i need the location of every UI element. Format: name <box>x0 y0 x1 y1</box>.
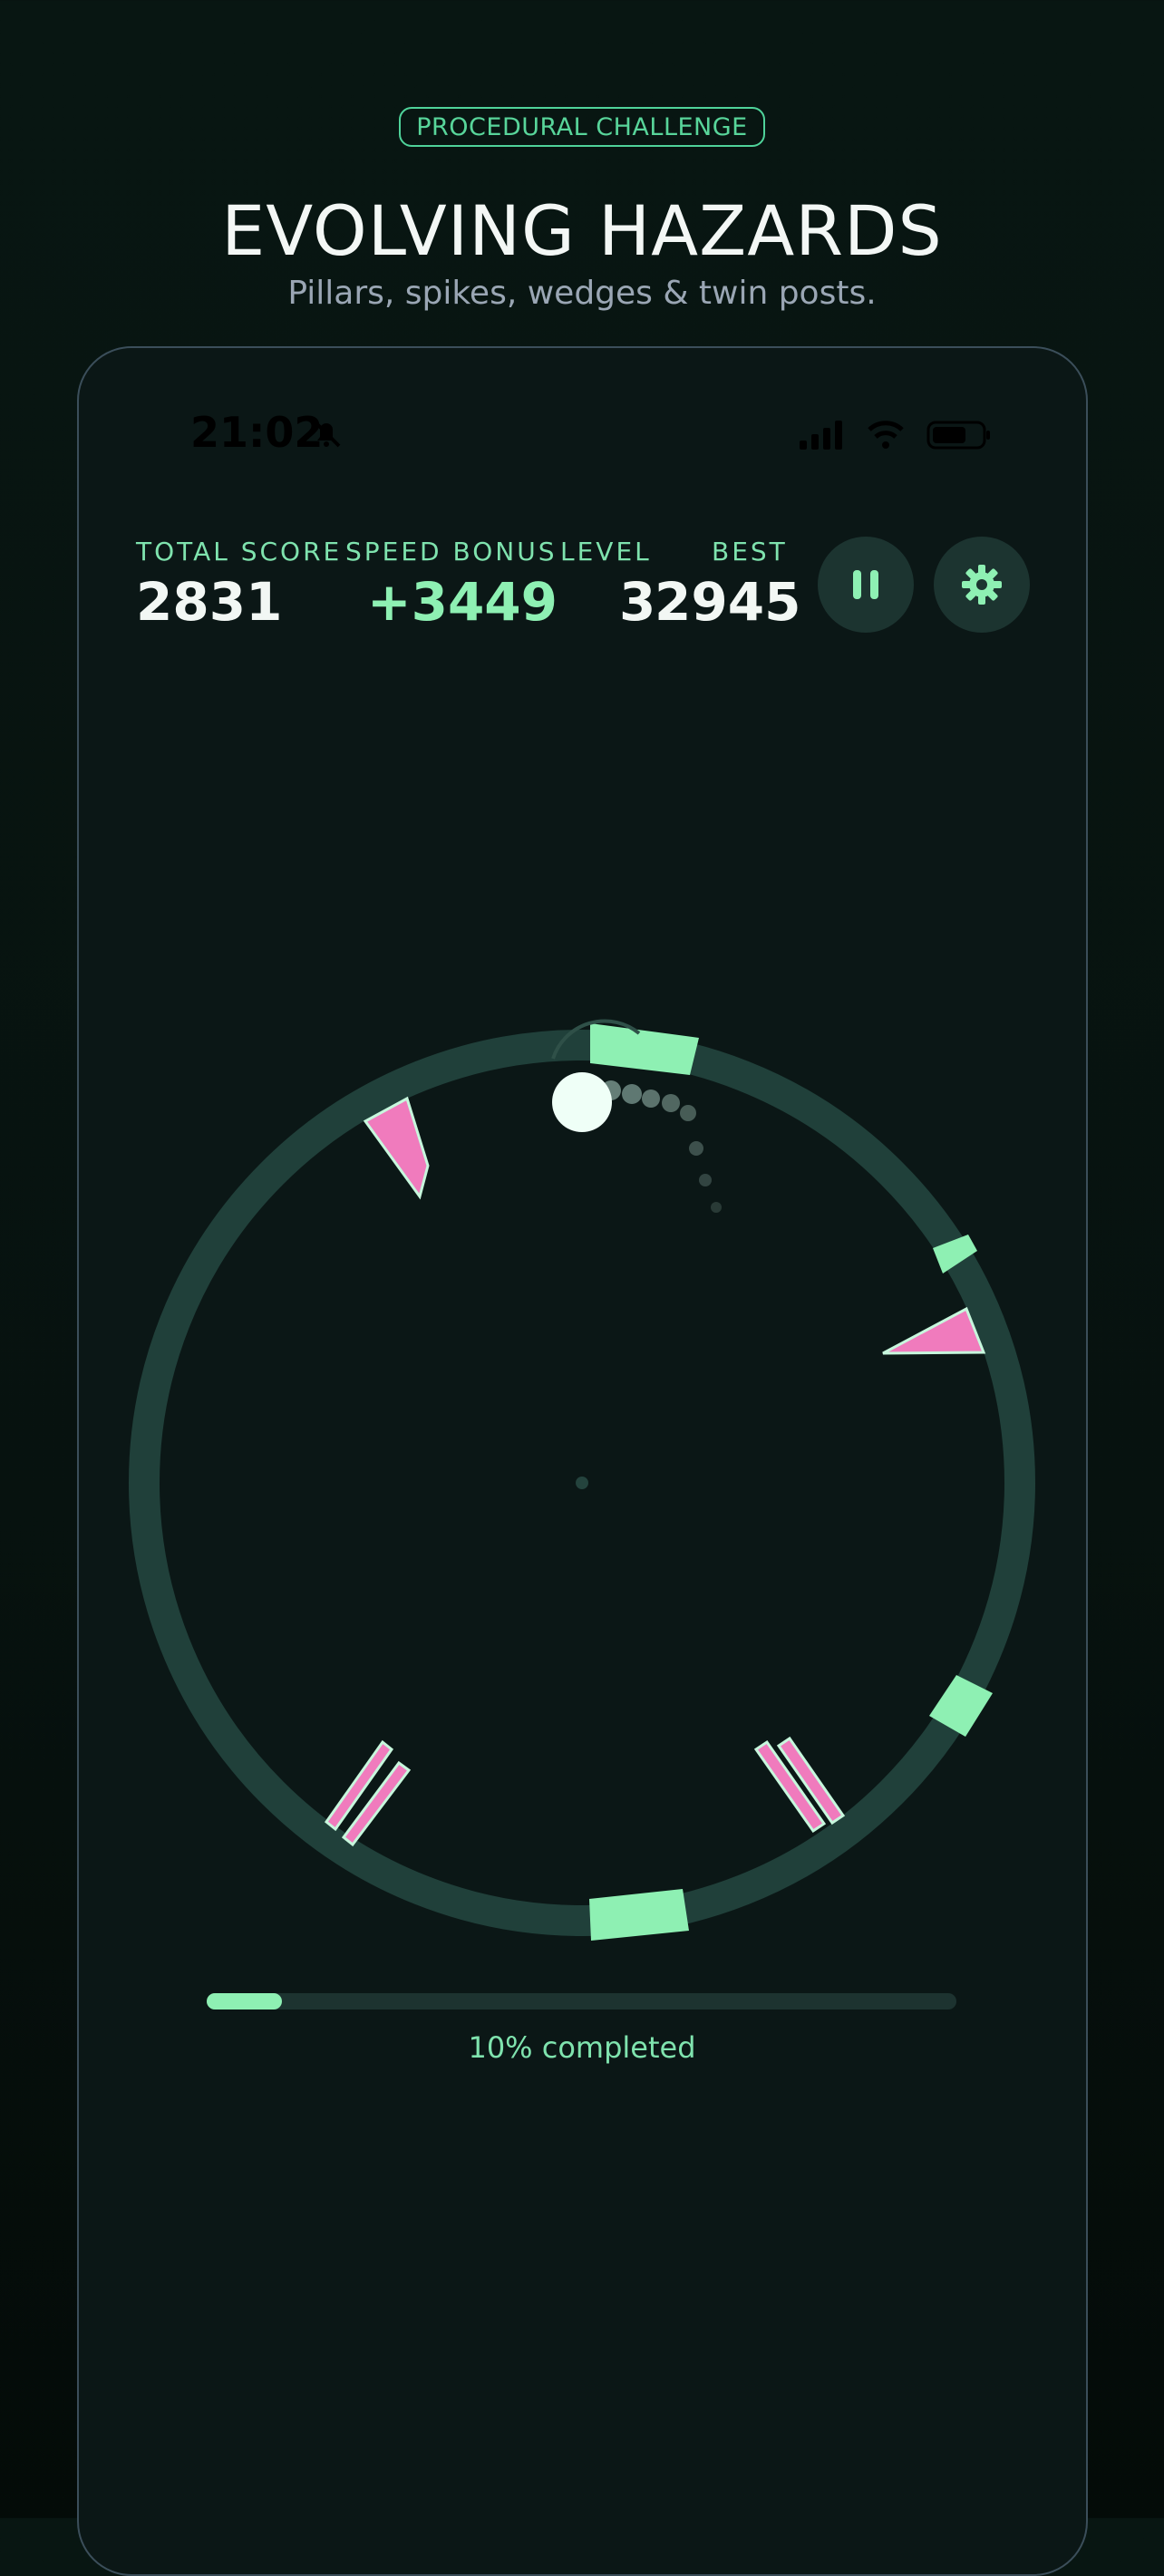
game-board[interactable] <box>0 0 1164 2518</box>
ball-trail <box>601 1080 722 1213</box>
player-ball <box>552 1072 612 1132</box>
ring-center-dot <box>576 1477 588 1489</box>
progress-bar <box>207 1993 956 2009</box>
hazards <box>324 1096 986 1847</box>
safe-zone-bottom <box>589 1889 689 1941</box>
safe-zone-top <box>590 1023 699 1075</box>
progress-bar-fill <box>207 1993 282 2009</box>
spike-hazard-right <box>882 1306 986 1355</box>
progress-label: 10% completed <box>468 2030 696 2065</box>
safe-zones <box>589 1023 993 1941</box>
